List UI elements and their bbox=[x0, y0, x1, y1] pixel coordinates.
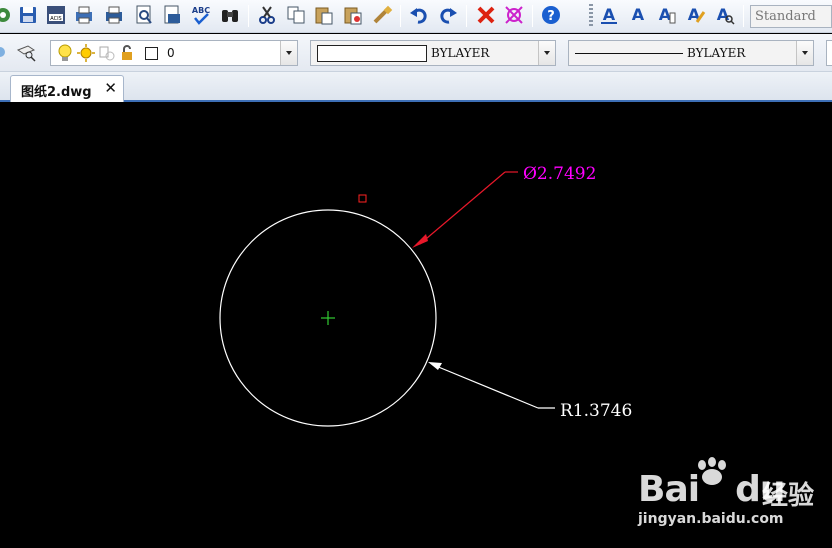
chevron-down-icon[interactable] bbox=[538, 41, 555, 65]
text-format-icon[interactable]: A bbox=[685, 4, 707, 26]
chevron-down-icon[interactable] bbox=[796, 41, 813, 65]
toolbar-separator bbox=[466, 5, 467, 27]
erase-icon[interactable] bbox=[475, 4, 497, 26]
linetype-value: BYLAYER bbox=[687, 46, 746, 60]
svg-text:A: A bbox=[632, 5, 645, 24]
toolbar-separator bbox=[248, 5, 249, 27]
copy-icon[interactable] bbox=[285, 4, 307, 26]
watermark-cn: 经验 bbox=[762, 481, 815, 511]
new-drawing-icon[interactable] bbox=[0, 4, 14, 26]
redo-icon[interactable] bbox=[437, 4, 459, 26]
match-properties-icon[interactable] bbox=[371, 4, 393, 26]
color-value: BYLAYER bbox=[431, 46, 490, 60]
radius-label: R1.3746 bbox=[560, 401, 632, 421]
color-control-combo[interactable]: BYLAYER bbox=[310, 40, 556, 66]
layers-toolbar: 0 BYLAYER BYLAYER bbox=[0, 34, 832, 72]
tab-drawing2[interactable]: 图纸2.dwg ✕ bbox=[10, 75, 124, 102]
svg-text:A: A bbox=[603, 5, 616, 24]
lineweight-control-combo[interactable] bbox=[826, 40, 832, 66]
paste-icon[interactable] bbox=[313, 4, 335, 26]
diameter-label: Ø2.7492 bbox=[523, 164, 596, 184]
radius-dimension[interactable]: R1.3746 bbox=[428, 362, 632, 421]
center-mark bbox=[321, 311, 335, 325]
color-swatch bbox=[317, 45, 427, 62]
radius-leader-line bbox=[435, 365, 539, 409]
preview-icon[interactable] bbox=[133, 4, 155, 26]
layer-previous-icon[interactable] bbox=[16, 42, 36, 62]
chevron-down-icon[interactable] bbox=[280, 41, 297, 65]
linetype-preview bbox=[575, 53, 683, 54]
diameter-arrowhead bbox=[412, 234, 428, 248]
edit-text-icon[interactable]: A bbox=[656, 4, 678, 26]
toolbar-separator bbox=[743, 5, 744, 27]
layer-thaw-icon[interactable] bbox=[76, 43, 96, 63]
layer-name: 0 bbox=[167, 46, 175, 60]
svg-text:?: ? bbox=[547, 9, 555, 24]
svg-text:ACIS: ACIS bbox=[50, 16, 61, 22]
text-icon[interactable]: A bbox=[627, 4, 649, 26]
watermark-url: jingyan.baidu.com bbox=[638, 511, 784, 527]
find-text-icon[interactable]: A bbox=[714, 4, 736, 26]
save-icon[interactable] bbox=[17, 4, 39, 26]
find-icon[interactable] bbox=[219, 4, 241, 26]
layer-combo[interactable]: 0 bbox=[50, 40, 298, 66]
layer-manager-icon[interactable] bbox=[0, 42, 10, 62]
text-style-select[interactable]: Standard bbox=[750, 5, 832, 28]
layer-lock-icon[interactable] bbox=[117, 43, 137, 63]
print-preview-icon[interactable] bbox=[73, 4, 95, 26]
toolbar-separator bbox=[400, 5, 401, 27]
spell-check-icon[interactable]: ABC bbox=[190, 4, 212, 26]
pick-icon[interactable] bbox=[503, 4, 525, 26]
close-icon[interactable]: ✕ bbox=[104, 79, 117, 97]
help-icon[interactable]: ? bbox=[540, 4, 562, 26]
layer-freeze-viewport-icon[interactable] bbox=[97, 43, 117, 63]
linetype-control-combo[interactable]: BYLAYER bbox=[568, 40, 814, 66]
baidu-jingyan-watermark: Bai du 经验 jingyan.baidu.com bbox=[638, 455, 828, 545]
radius-arrowhead bbox=[428, 362, 442, 370]
layer-on-icon[interactable] bbox=[55, 43, 75, 63]
cut-icon[interactable] bbox=[256, 4, 278, 26]
diameter-leader-line bbox=[419, 171, 506, 245]
text-style-icon[interactable]: A bbox=[598, 4, 620, 26]
print-icon[interactable] bbox=[103, 4, 125, 26]
layer-color-swatch bbox=[145, 47, 158, 60]
publish-icon[interactable] bbox=[161, 4, 183, 26]
document-tab-strip: 图纸2.dwg ✕ bbox=[0, 72, 832, 102]
toolbar-grip[interactable] bbox=[589, 4, 593, 28]
undo-icon[interactable] bbox=[408, 4, 430, 26]
toolbar-separator bbox=[532, 5, 533, 27]
paste-special-icon[interactable] bbox=[342, 4, 364, 26]
grip-marker[interactable] bbox=[358, 194, 367, 203]
save-as-icon[interactable]: ACIS bbox=[45, 4, 67, 26]
standard-toolbar: ACIS ABC ? A A A A A Standard bbox=[0, 0, 832, 33]
tab-label: 图纸2.dwg bbox=[21, 85, 92, 100]
diameter-dimension[interactable]: Ø2.7492 bbox=[412, 164, 596, 248]
